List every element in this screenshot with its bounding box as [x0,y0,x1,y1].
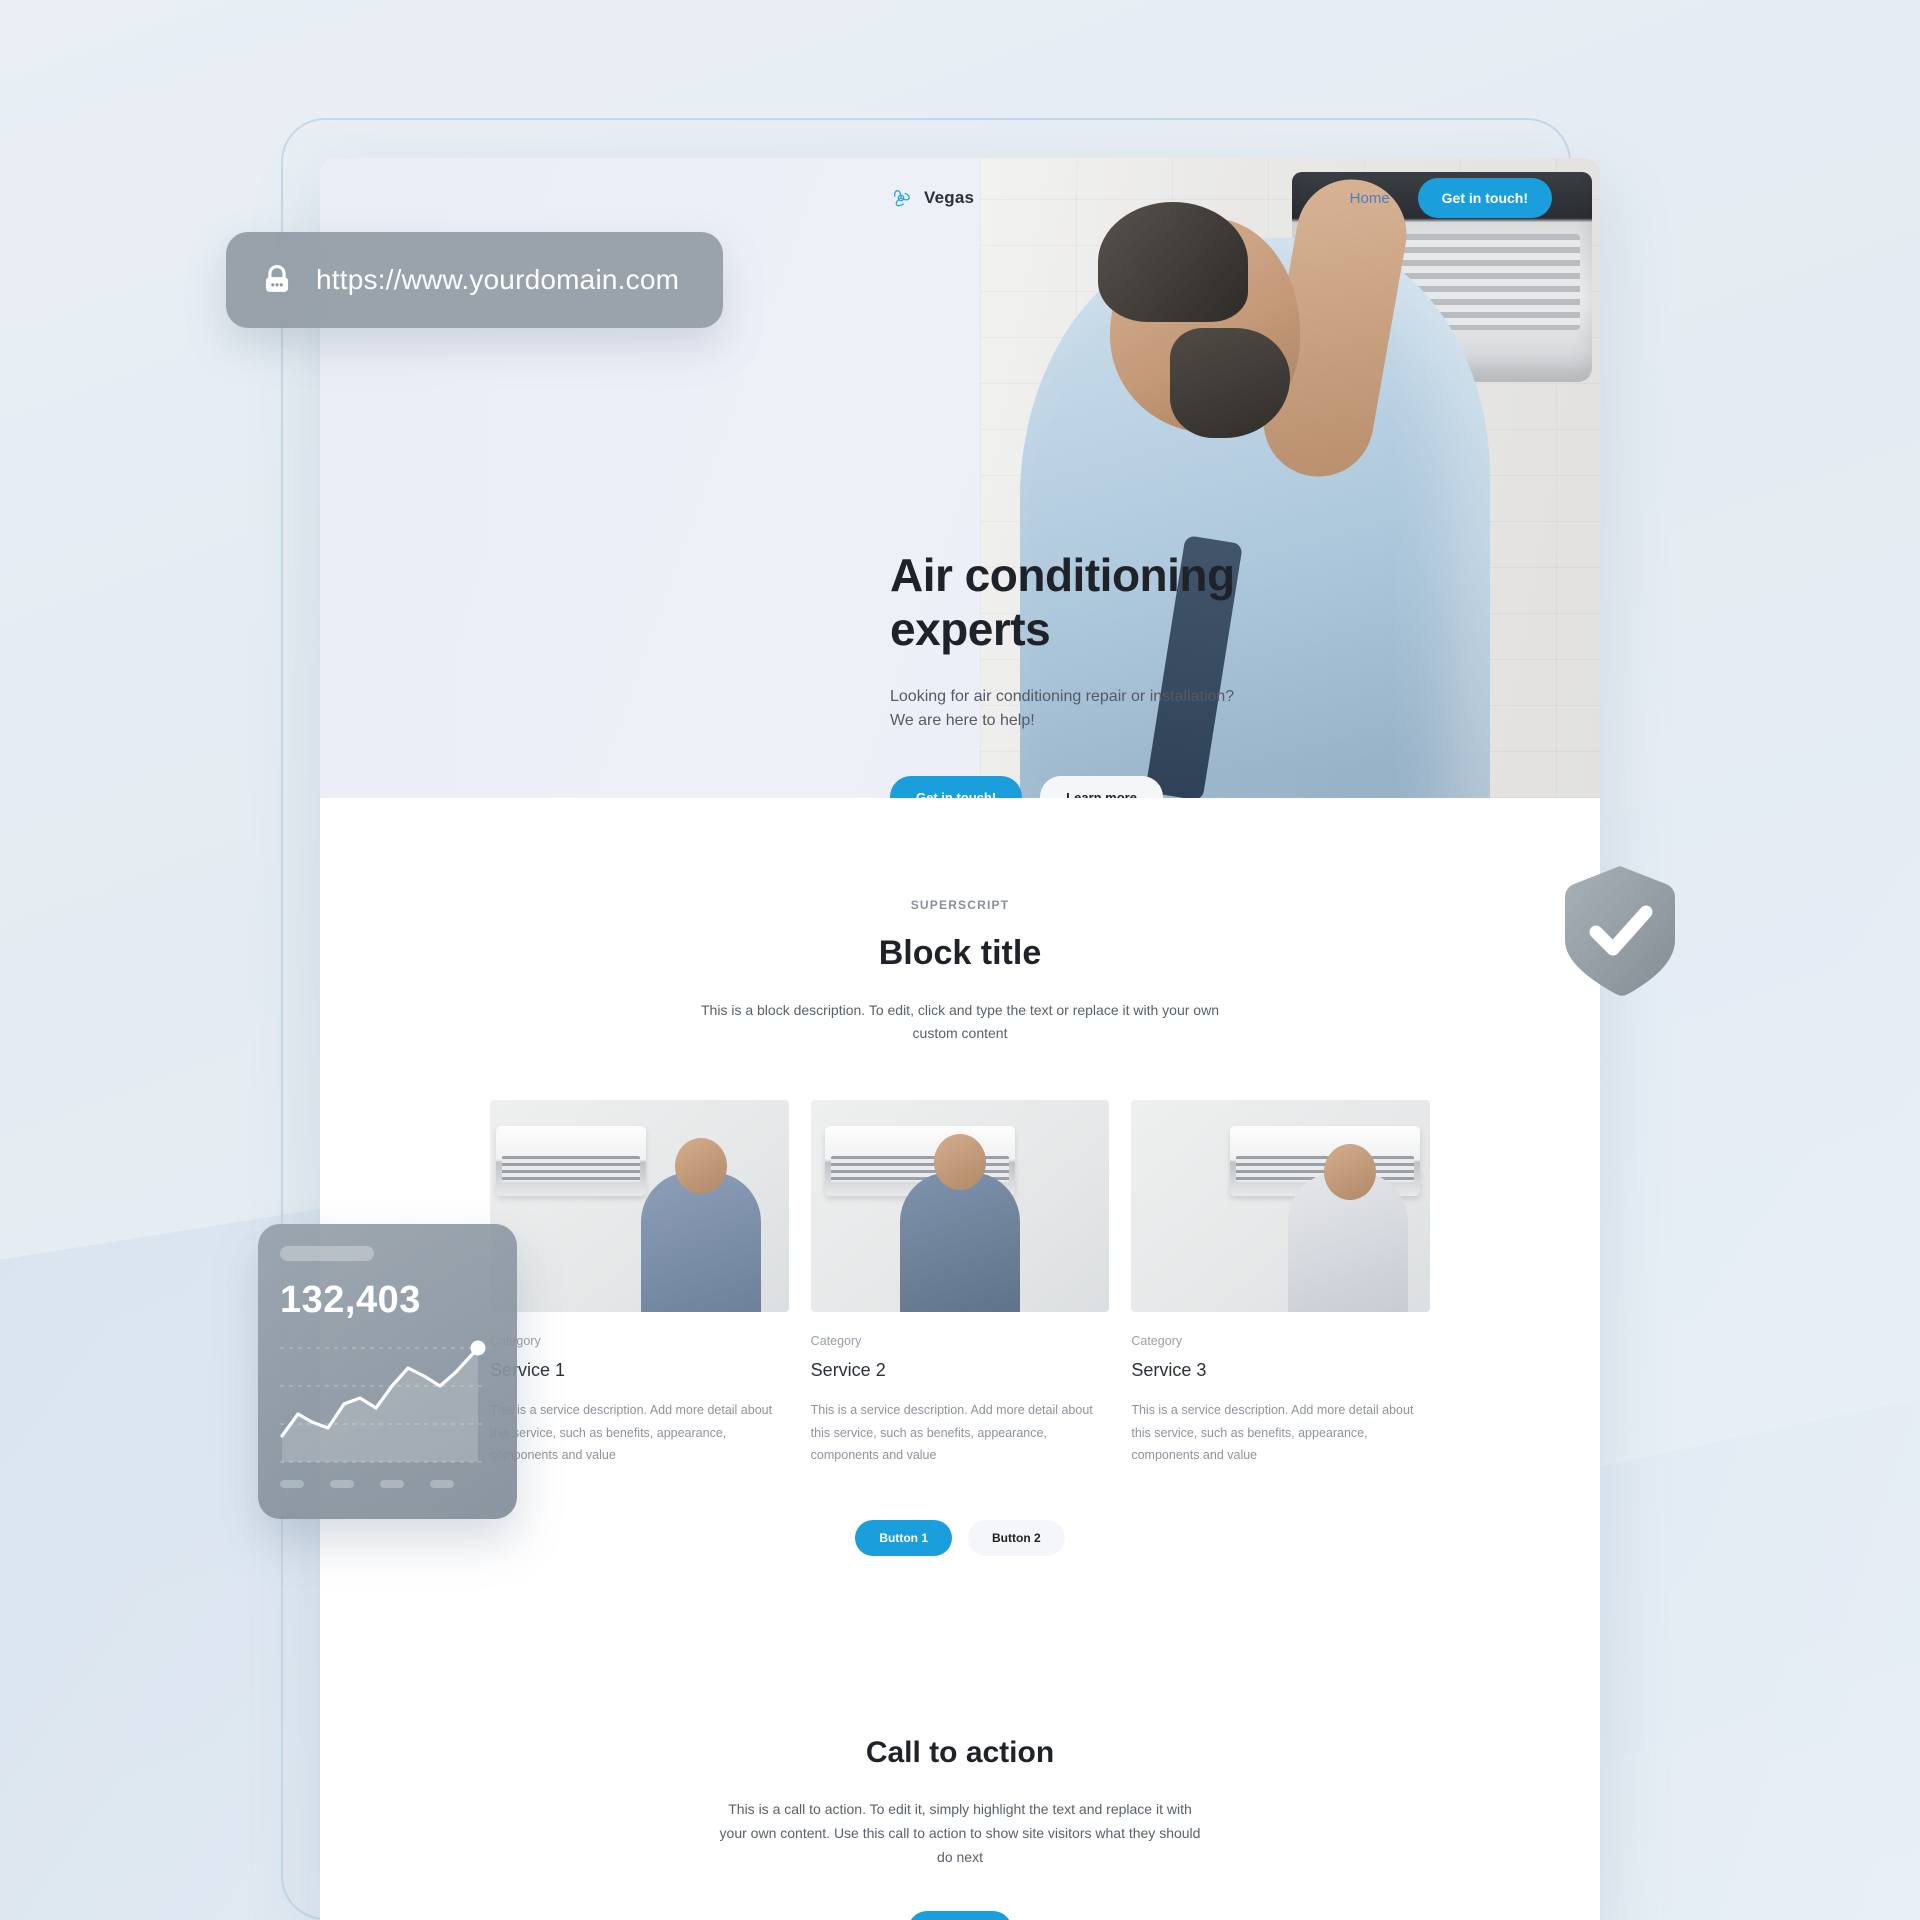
service-card-text: This is a service description. Add more … [1131,1403,1414,1462]
lock-icon [265,265,289,292]
stat-widget-card: 132,403 [258,1224,517,1519]
cta-description: This is a call to action. To edit it, si… [719,1801,1201,1865]
block-description: This is a block description. To edit, cl… [701,1002,1219,1041]
block-title: Block title [878,934,1042,972]
url-text: https://www.yourdomain.com [316,264,680,295]
stat-tick [330,1480,354,1488]
cta-title: Call to action [865,1736,1055,1770]
shield-check-icon [1565,866,1675,996]
nav-get-in-touch-button[interactable]: Get in touch! [1417,178,1552,218]
hero-learn-more-button[interactable]: Learn more [1040,776,1163,798]
service-card-list: Category Service 1 This is a service des… [380,1100,1540,1466]
hero-title: Air conditioning experts [890,548,1310,657]
service-card[interactable]: Category Service 1 This is a service des… [490,1100,789,1466]
block-button-2[interactable]: Button 2 [968,1520,1065,1557]
stat-value: 132,403 [280,1279,421,1321]
service-card-image [810,1100,1110,1313]
block-button-1[interactable]: Button 1 [855,1520,952,1557]
service-card-image [490,1100,789,1313]
block-heading-group: SUPERSCRIPT Block title This is a block … [380,798,1540,1044]
service-card-text: This is a service description. Add more … [810,1403,1093,1462]
stat-tick [430,1480,454,1488]
service-card-text: This is a service description. Add more … [490,1403,773,1462]
stat-tick [280,1480,304,1488]
nav-right-group: Home Get in touch! [1350,178,1552,218]
stat-tick [380,1480,404,1488]
hero-title-line-1: Air conditioning [890,549,1235,601]
brand-name: Vegas [924,188,975,207]
nav-link-home[interactable]: Home [1350,190,1390,207]
screenshot-stage: Vegas Home Get in touch! Air conditionin… [0,0,1920,1920]
url-bar-pill[interactable]: https://www.yourdomain.com [226,232,723,328]
call-to-action-section: Call to action This is a call to action.… [320,1556,1600,1920]
block-superscript: SUPERSCRIPT [910,898,1010,912]
hero-copy: Air conditioning experts Looking for air… [890,548,1310,798]
cta-button-1[interactable]: Button 1 [907,1911,1013,1920]
brand-logo[interactable]: Vegas [888,185,974,211]
service-card[interactable]: Category Service 2 This is a service des… [810,1100,1110,1466]
hero-subtitle: Looking for air conditioning repair or i… [890,687,1235,730]
service-card-image [1131,1100,1431,1313]
service-card-category: Category [1131,1334,1183,1349]
service-card-title: Service 1 [490,1360,566,1381]
stat-axis-ticks [280,1480,495,1488]
service-card[interactable]: Category Service 3 This is a service des… [1131,1100,1431,1466]
service-card-title: Service 3 [1131,1360,1207,1381]
fan-logo-icon [894,190,910,207]
browser-window: Vegas Home Get in touch! Air conditionin… [320,158,1600,1920]
hero-get-in-touch-button[interactable]: Get in touch! [890,776,1023,798]
stat-placeholder-label [280,1246,374,1261]
service-card-category: Category [490,1334,789,1348]
hero-button-group: Get in touch! Learn more [890,776,1310,798]
block-button-group: Button 1 Button 2 [380,1520,1540,1557]
stat-line-chart [280,1340,486,1463]
hero-title-line-2: experts [890,603,1051,656]
service-card-title: Service 2 [810,1360,886,1381]
site-navigation: Vegas Home Get in touch! [320,158,1600,238]
service-card-category: Category [810,1334,862,1349]
